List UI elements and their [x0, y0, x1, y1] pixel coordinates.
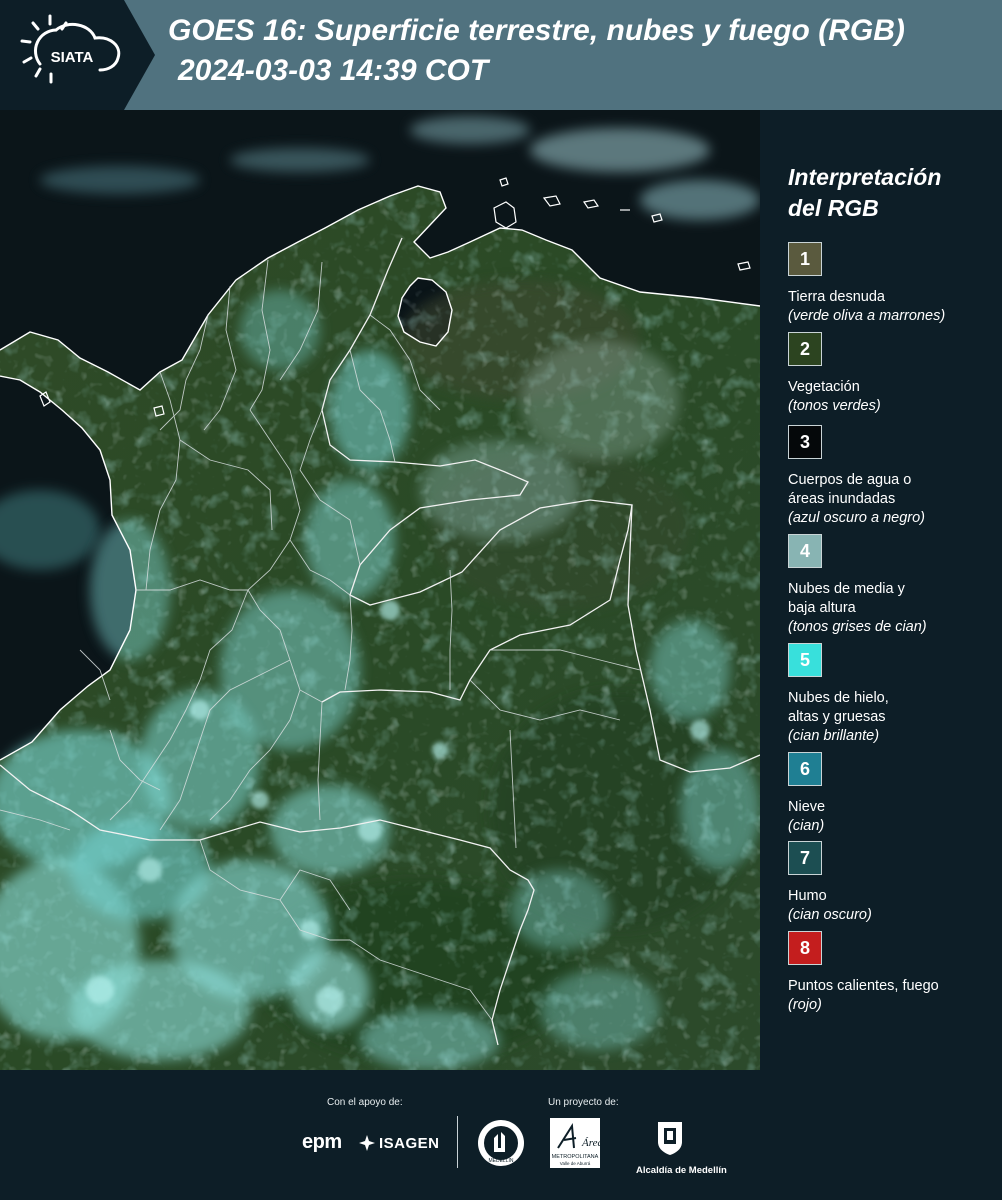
legend-item-label-2: baja altura: [788, 600, 856, 616]
legend-item-note: (verde oliva a marrones): [788, 308, 946, 324]
alcaldia-medellin-logo[interactable]: Alcaldía de Medellín: [636, 1118, 727, 1176]
legend-item-note: (cian oscuro): [788, 907, 872, 923]
epm-logo[interactable]: epm: [302, 1131, 342, 1154]
legend-item-label: Nieve: [788, 799, 826, 815]
legend-item: 2 Vegetación (tonos verdes): [788, 332, 998, 416]
footer-divider: [457, 1116, 458, 1168]
legend-title: Interpretación del RGB: [788, 162, 988, 224]
project-label: Un proyecto de:: [548, 1097, 619, 1108]
legend-item: 4 Nubes de media y baja altura (tonos gr…: [788, 534, 998, 637]
siata-logo-text: SIATA: [51, 49, 94, 66]
legend-item-label: Nubes de media y: [788, 581, 905, 597]
legend-item-label: Puntos calientes, fuego: [788, 978, 939, 994]
isagen-logo-text: ISAGEN: [379, 1134, 440, 1152]
legend-item: 1 Tierra desnuda (verde oliva a marrones…: [788, 242, 998, 326]
legend-item-label-2: áreas inundadas: [788, 491, 896, 507]
seal-label: MEDELLÍN: [488, 1157, 513, 1164]
legend-panel: Interpretación del RGB 1 Tierra desnuda …: [760, 110, 1002, 1070]
legend-item-note: (cian): [788, 818, 825, 834]
legend-item-note: (azul oscuro a negro): [788, 510, 926, 526]
area-logo-sub: METROPOLITANA: [552, 1154, 599, 1160]
area-logo-sub2: Valle de Aburrá: [560, 1161, 591, 1166]
legend-item: 5 Nubes de hielo, altas y gruesas (cian …: [788, 643, 998, 746]
legend-item-label: Nubes de hielo,: [788, 690, 889, 706]
satellite-map[interactable]: [0, 110, 760, 1070]
legend-item: 8 Puntos calientes, fuego (rojo): [788, 931, 998, 1015]
shield-icon: [658, 1122, 682, 1155]
header-bar: SIATA GOES 16: Superficie terrestre, nub…: [0, 0, 1002, 110]
footer: Con el apoyo de: Un proyecto de: epm ISA…: [0, 1070, 1002, 1200]
legend-swatch: 7: [788, 841, 822, 875]
legend-swatch: 5: [788, 643, 822, 677]
area-logo-name: Área: [581, 1137, 600, 1149]
alcaldia-text: Alcaldía de Medellín: [636, 1165, 727, 1176]
page-timestamp: 2024-03-03 14:39 COT: [178, 54, 489, 87]
isagen-logo[interactable]: ISAGEN: [358, 1134, 440, 1152]
siata-logo[interactable]: SIATA: [0, 0, 155, 110]
legend-item-label: Vegetación: [788, 379, 860, 395]
legend-swatch: 3: [788, 425, 822, 459]
legend-item-label: Tierra desnuda: [788, 289, 885, 305]
legend-item: 3 Cuerpos de agua o áreas inundadas (azu…: [788, 425, 998, 528]
legend-item-note: (tonos verdes): [788, 398, 881, 414]
legend-swatch: 8: [788, 931, 822, 965]
legend-item-note: (tonos grises de cian): [788, 619, 927, 635]
legend-item-label: Cuerpos de agua o: [788, 472, 912, 488]
legend-item-label: Humo: [788, 888, 827, 904]
legend-item-note: (cian brillante): [788, 728, 880, 744]
legend-item: 6 Nieve (cian): [788, 752, 998, 836]
legend-item-note: (rojo): [788, 997, 822, 1013]
medellin-seal-logo[interactable]: MEDELLÍN: [476, 1118, 526, 1173]
support-label: Con el apoyo de:: [327, 1097, 403, 1108]
legend-swatch: 2: [788, 332, 822, 366]
legend-swatch: 6: [788, 752, 822, 786]
isagen-icon: [359, 1135, 375, 1151]
legend-swatch: 4: [788, 534, 822, 568]
legend-title-line2: del RGB: [788, 195, 879, 221]
legend-swatch: 1: [788, 242, 822, 276]
area-metropolitana-logo[interactable]: Área METROPOLITANA Valle de Aburrá: [550, 1118, 603, 1173]
legend-item: 7 Humo (cian oscuro): [788, 841, 998, 925]
page-title: GOES 16: Superficie terrestre, nubes y f…: [168, 14, 905, 47]
legend-item-label-2: altas y gruesas: [788, 709, 886, 725]
legend-title-line1: Interpretación: [788, 164, 942, 190]
